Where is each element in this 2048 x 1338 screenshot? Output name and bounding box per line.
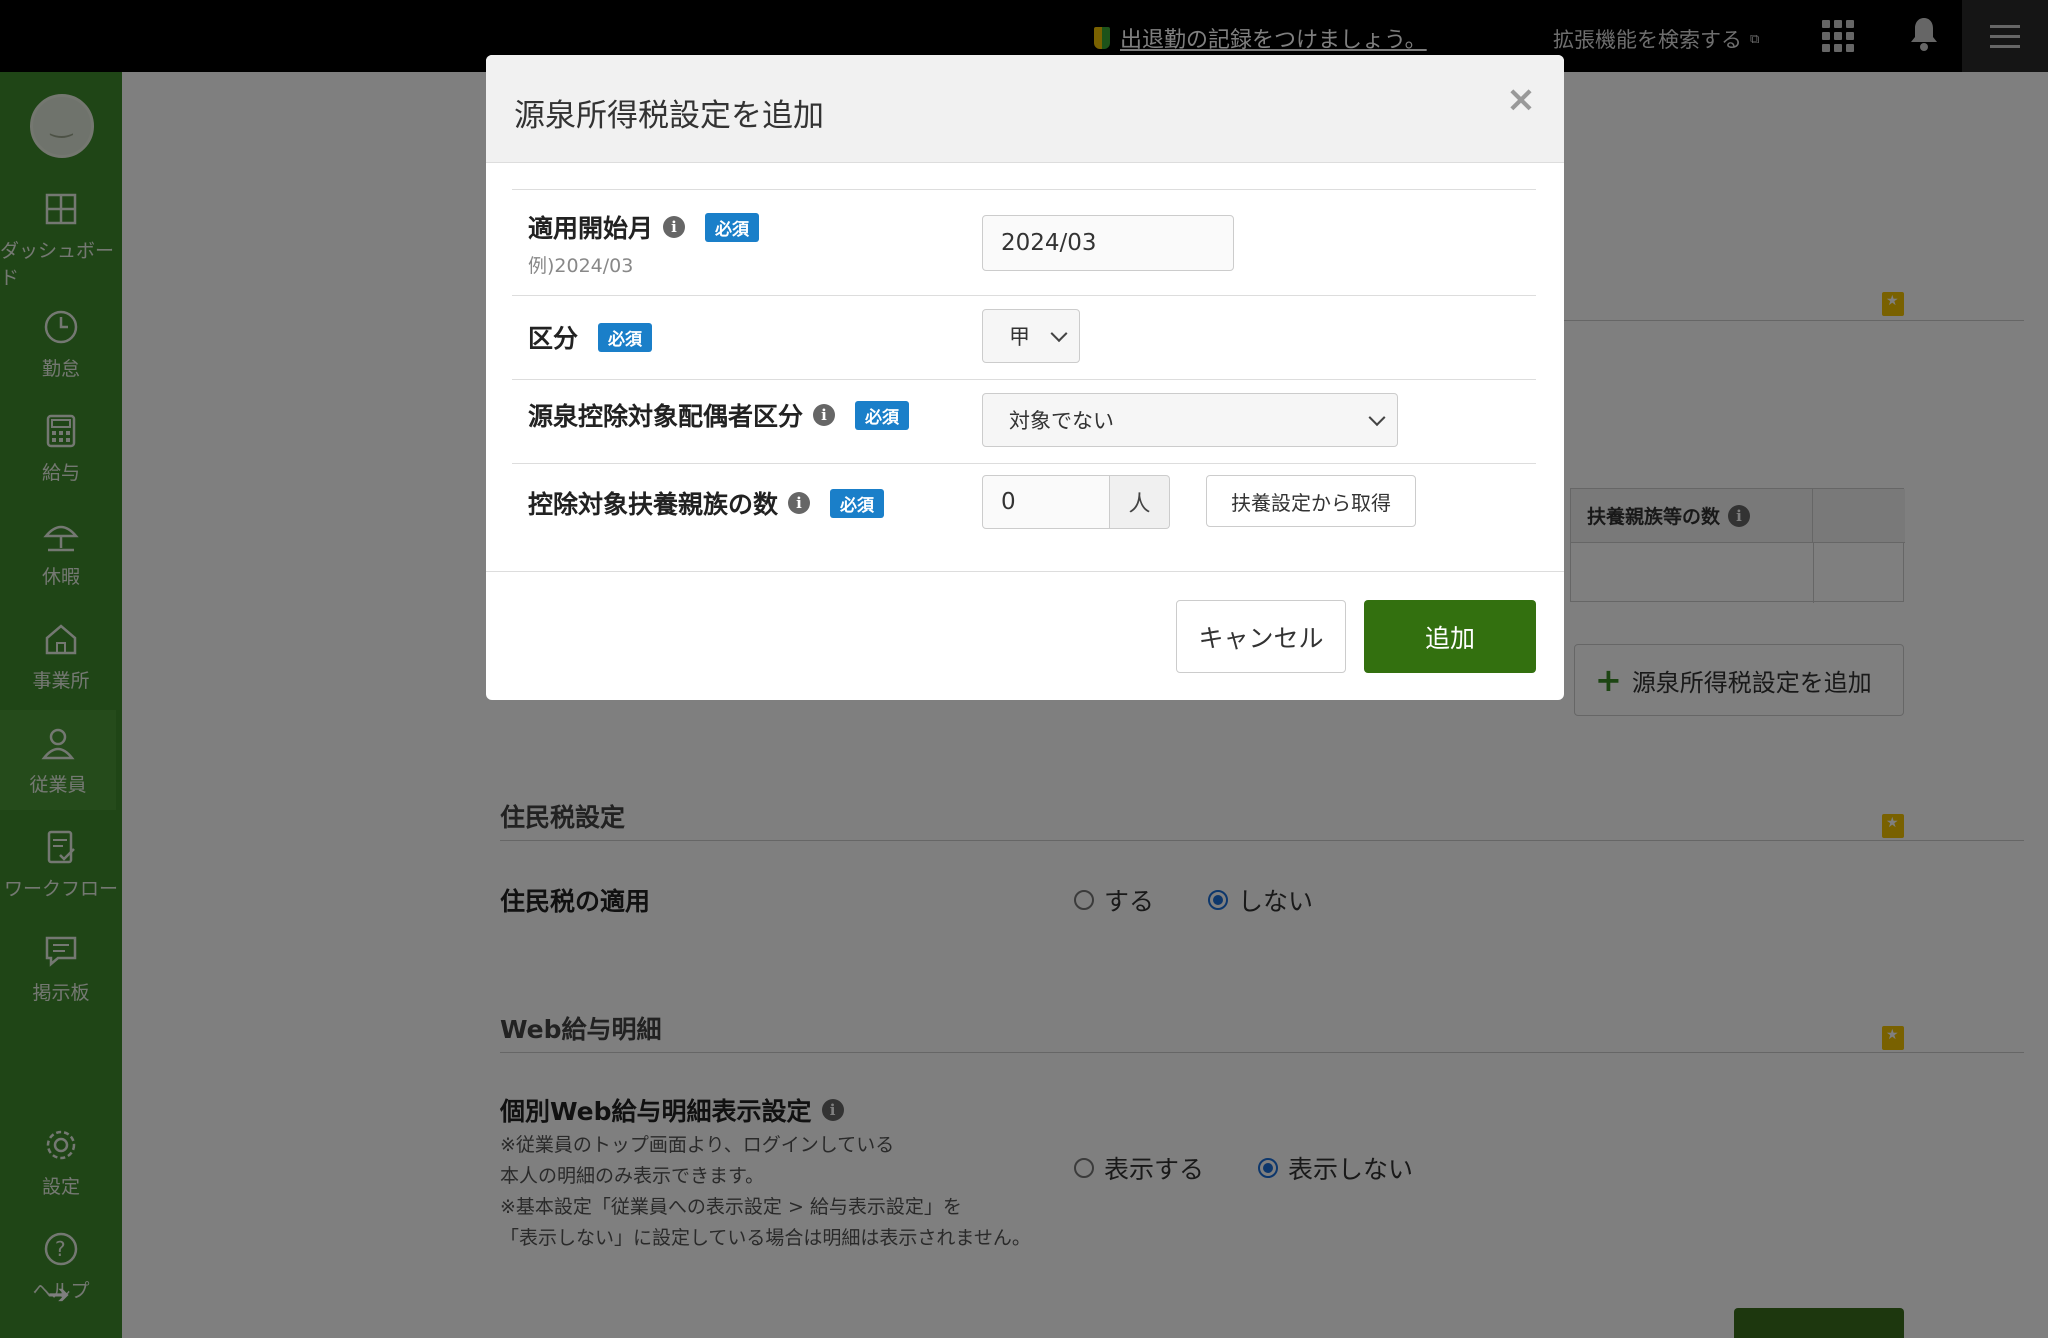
required-badge: 必須 <box>855 400 910 430</box>
info-icon[interactable]: i <box>813 404 836 426</box>
info-icon[interactable]: i <box>663 216 686 238</box>
cancel-button[interactable]: キャンセル <box>1176 600 1346 673</box>
required-badge: 必須 <box>830 488 885 518</box>
dependents-count-input[interactable]: 0 <box>982 475 1110 529</box>
modal-header: 源泉所得税設定を追加 × <box>486 55 1564 163</box>
info-icon[interactable]: i <box>788 492 811 514</box>
start-month-input[interactable]: 2024/03 <box>982 215 1234 271</box>
add-withholding-modal: 源泉所得税設定を追加 × 適用開始月 i 必須 例)2024/03 2024/0… <box>486 55 1564 700</box>
spouse-category-select[interactable]: 対象でない <box>982 393 1398 447</box>
required-badge: 必須 <box>705 212 760 242</box>
spouse-category-label: 源泉控除対象配偶者区分 i 必須 <box>528 397 910 433</box>
chevron-down-icon <box>1050 325 1068 343</box>
required-badge: 必須 <box>598 322 653 352</box>
fetch-from-dependents-button[interactable]: 扶養設定から取得 <box>1206 475 1416 527</box>
chevron-down-icon <box>1368 409 1386 427</box>
dependents-unit: 人 <box>1110 475 1170 529</box>
modal-title: 源泉所得税設定を追加 <box>514 98 824 134</box>
start-month-label: 適用開始月 i 必須 <box>528 209 760 245</box>
category-label: 区分 必須 <box>528 319 653 355</box>
add-button[interactable]: 追加 <box>1364 600 1536 673</box>
start-month-hint: 例)2024/03 <box>528 255 634 277</box>
dependents-count-label: 控除対象扶養親族の数 i 必須 <box>528 485 885 521</box>
close-icon[interactable]: × <box>1506 79 1536 120</box>
category-select[interactable]: 甲 <box>982 309 1080 363</box>
